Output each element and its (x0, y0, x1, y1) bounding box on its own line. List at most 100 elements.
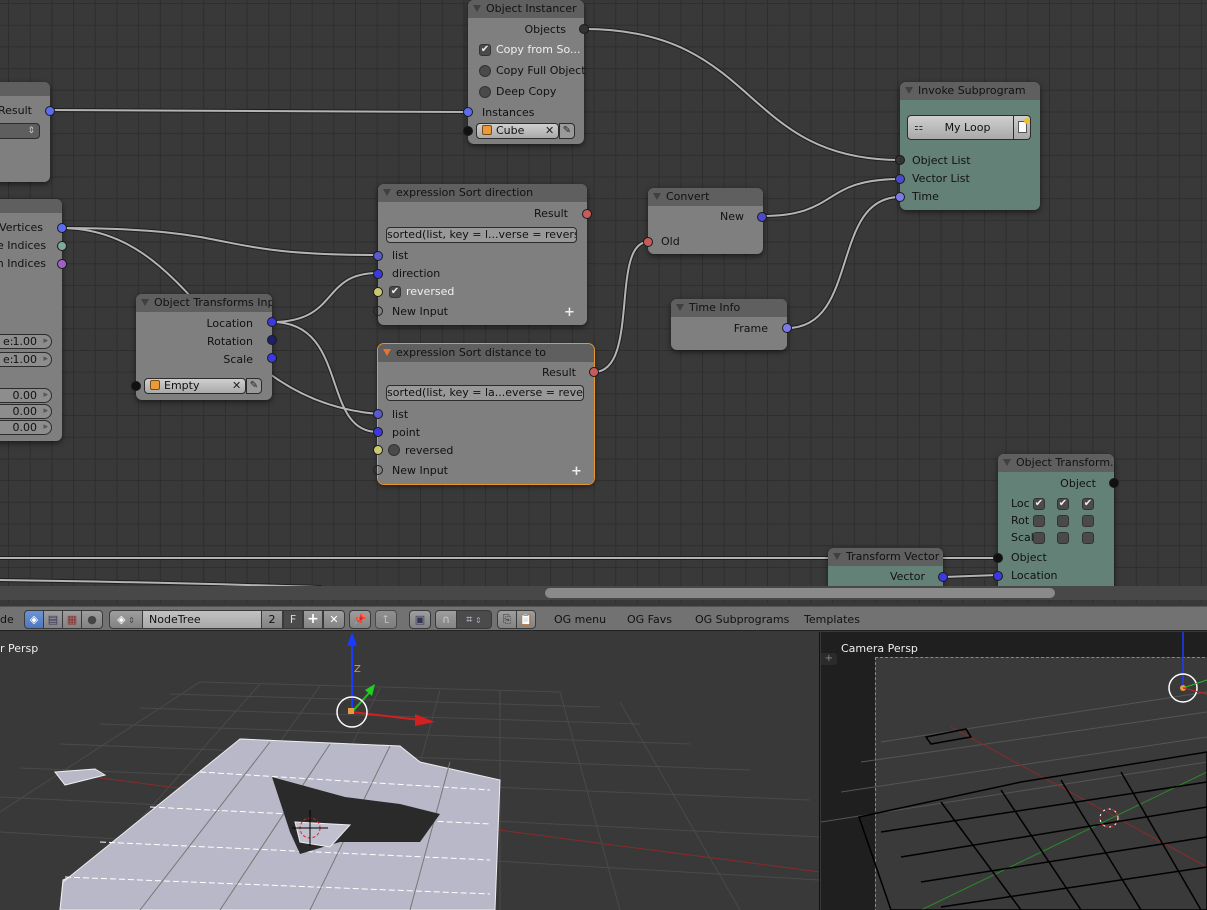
fake-user-button[interactable]: F (283, 610, 303, 629)
node-header[interactable]: Object Transforms Inpu (136, 294, 272, 312)
new-node-tree-button[interactable]: + (303, 610, 323, 629)
result-output-socket[interactable] (582, 209, 592, 219)
add-input-icon[interactable]: + (571, 465, 582, 478)
direction-input-socket[interactable] (373, 269, 383, 279)
expression-field[interactable]: sorted(list, key = la...everse = reverse… (386, 385, 584, 401)
location-output-socket[interactable] (267, 317, 277, 327)
rotation-output-socket[interactable] (267, 335, 277, 345)
value-field[interactable]: 0.00 (0, 388, 52, 403)
list-input-socket[interactable] (373, 251, 383, 261)
node-header[interactable]: Object Instancer (468, 0, 584, 18)
instances-input-socket[interactable] (463, 107, 473, 117)
copy-nodes-button[interactable]: ⎘ (497, 610, 517, 629)
node-object-transforms-input[interactable]: Object Transforms Inpu Location Rotation… (131, 294, 277, 400)
vector-output-socket[interactable] (938, 572, 948, 582)
old-input-socket[interactable] (643, 237, 653, 247)
reversed-input-socket[interactable] (373, 287, 383, 297)
vertices-socket[interactable] (57, 223, 67, 233)
toolshelf-toggle[interactable]: + + (821, 653, 837, 665)
object-input-socket[interactable] (463, 126, 473, 136)
compositing-nodes-button[interactable]: ▦ (62, 610, 82, 629)
pin-button[interactable]: 📌 (349, 610, 371, 629)
material-nodes-button[interactable]: ● (81, 610, 103, 629)
expression-field[interactable]: sorted(list, key = l...verse = reversed) (386, 227, 577, 243)
clear-icon[interactable]: ✕ (232, 379, 241, 393)
scale-y-checkbox[interactable] (1057, 532, 1069, 544)
node-tree-type-selector[interactable]: ◈ ⇕ (109, 610, 143, 629)
loc-y-checkbox[interactable]: ✔ (1057, 498, 1069, 510)
texture-nodes-button[interactable]: ▤ (43, 610, 63, 629)
parent-tree-button[interactable]: ⮤ (375, 610, 397, 629)
new-output-socket[interactable] (757, 212, 767, 222)
node-time-info[interactable]: Time Info Frame (671, 299, 792, 350)
rot-x-checkbox[interactable] (1033, 515, 1045, 527)
node-header[interactable]: expression Sort direction (378, 184, 587, 202)
menu-templates[interactable]: Templates (804, 610, 860, 629)
node-editor[interactable]: Result ⇕ Vertices ge Indices on Indices … (0, 0, 1207, 603)
value-field[interactable]: 0.00 (0, 404, 52, 419)
collapse-icon[interactable] (473, 5, 481, 12)
users-count[interactable]: 2 (261, 610, 283, 629)
node-object-instancer[interactable]: Object Instancer Objects ✔ Copy from So.… (463, 0, 589, 144)
copy-from-source-checkbox[interactable]: ✔ (479, 44, 491, 56)
backdrop-button[interactable]: ▣ (409, 610, 431, 629)
value-field[interactable]: 0.00 (0, 420, 52, 435)
node-sort-direction[interactable]: expression Sort direction Result sorted(… (373, 184, 592, 325)
new-subprogram-button[interactable] (1013, 115, 1031, 140)
node-header[interactable]: Transform Vector (828, 548, 943, 566)
list-input-socket[interactable] (373, 409, 383, 419)
new-input-socket[interactable] (373, 306, 383, 316)
object-field[interactable]: Empty (144, 378, 246, 394)
frame-output-socket[interactable] (782, 323, 792, 333)
object-output-socket[interactable] (1109, 478, 1119, 488)
snap-element-selector[interactable]: ⌗ ⇕ (456, 610, 492, 629)
shader-nodes-button[interactable]: ◈ (24, 610, 44, 629)
node-partial-top[interactable]: Result ⇕ (0, 82, 55, 182)
snap-toggle[interactable]: ∩ (435, 610, 457, 629)
edge-indices-socket[interactable] (57, 241, 67, 251)
collapse-icon[interactable] (383, 349, 391, 356)
menu-og-menu[interactable]: OG menu (554, 610, 606, 629)
reversed-checkbox[interactable]: ✔ (389, 286, 401, 298)
node-header[interactable]: Time Info (671, 299, 787, 317)
reversed-checkbox[interactable] (388, 444, 400, 456)
object-input-socket[interactable] (993, 553, 1003, 563)
collapse-icon[interactable] (653, 193, 661, 200)
scale-x-checkbox[interactable] (1033, 532, 1045, 544)
collapse-icon[interactable] (1003, 459, 1011, 466)
horizontal-scrollbar[interactable] (545, 588, 1055, 598)
collapse-icon[interactable] (905, 87, 913, 94)
3d-viewport-camera[interactable]: Camera Persp + (821, 632, 1207, 910)
eyedropper-icon[interactable]: ✎ (559, 123, 575, 139)
node-invoke-subprogram[interactable]: Invoke Subprogram ⚏ My Loop Object List V… (895, 82, 1040, 210)
node-header[interactable]: Object Transform... (998, 454, 1114, 472)
rot-y-checkbox[interactable] (1057, 515, 1069, 527)
add-input-icon[interactable]: + (564, 306, 575, 319)
unlink-node-tree-button[interactable]: ✕ (323, 610, 345, 629)
vector-list-socket[interactable] (895, 174, 905, 184)
object-input-socket[interactable] (131, 381, 141, 391)
node-header[interactable]: expression Sort distance to (378, 344, 594, 362)
node-tree-name-field[interactable]: NodeTree (142, 610, 262, 629)
output-socket[interactable] (45, 106, 55, 116)
value-field[interactable]: e: 1.00 (0, 352, 52, 367)
menu-og-subprograms[interactable]: OG Subprograms (695, 610, 789, 629)
location-input-socket[interactable] (993, 571, 1003, 581)
deep-copy-checkbox[interactable] (479, 86, 491, 98)
clear-icon[interactable]: ✕ (545, 124, 554, 138)
collapse-icon[interactable] (676, 304, 684, 311)
copy-full-object-checkbox[interactable] (479, 65, 491, 77)
node-convert[interactable]: Convert New Old (643, 188, 767, 254)
collapse-icon[interactable] (383, 189, 391, 196)
loc-x-checkbox[interactable]: ✔ (1033, 498, 1045, 510)
new-input-socket[interactable] (373, 465, 383, 475)
polygon-indices-socket[interactable] (57, 259, 67, 269)
node-header[interactable] (0, 199, 62, 213)
collapse-icon[interactable] (141, 299, 149, 306)
paste-nodes-button[interactable]: 📋 (516, 610, 536, 629)
node-header[interactable]: Invoke Subprogram (900, 82, 1040, 100)
objects-output-socket[interactable] (579, 24, 589, 34)
object-list-socket[interactable] (895, 155, 905, 165)
value-field[interactable]: e: 1.00 (0, 334, 52, 349)
node-object-transform-output[interactable]: Object Transform... Object Loc ✔ ✔ ✔ Rot… (993, 454, 1119, 594)
